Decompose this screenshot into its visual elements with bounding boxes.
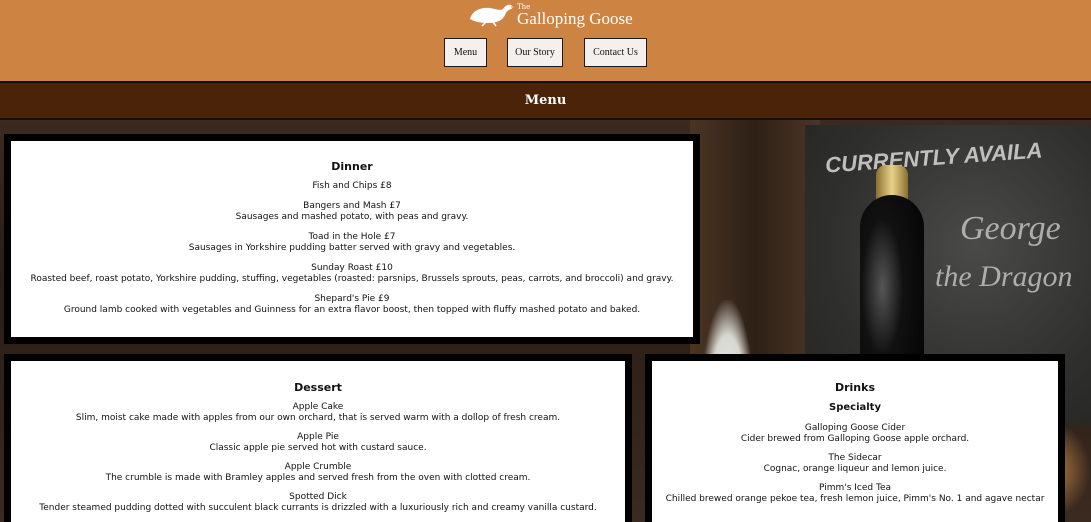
dessert-heading: Dessert (294, 381, 342, 394)
dinner-panel: Dinner Fish and Chips £8 Bangers and Mas… (4, 134, 700, 344)
menu-item-name: Apple Pie (297, 432, 339, 442)
drinks-panel: Drinks Specialty Galloping Goose Cider C… (645, 354, 1065, 522)
chalkboard-text: George (960, 210, 1061, 247)
menu-item-name: Galloping Goose Cider (804, 423, 906, 433)
menu-item-name: Apple Crumble (284, 462, 352, 472)
menu-item-description: Sausages in Yorkshire pudding batter ser… (188, 243, 516, 253)
menu-item: Galloping Goose Cider Cider brewed from … (652, 423, 1058, 445)
nav-our-story-button[interactable]: Our Story (507, 38, 563, 67)
menu-item-name: Spotted Dick (289, 492, 347, 502)
menu-item-name: Pimm's Iced Tea (818, 483, 892, 493)
menu-item-description: Chilled brewed orange pekoe tea, fresh l… (665, 494, 1045, 504)
logo-name: Galloping Goose (517, 9, 633, 28)
menu-item-description: Cognac, orange liqueur and lemon juice. (763, 464, 947, 474)
menu-item-description: The crumble is made with Bramley apples … (105, 473, 531, 483)
menu-item-name: Apple Cake (292, 402, 344, 412)
menu-item: Fish and Chips £8 (11, 181, 693, 192)
menu-item: Shepard's Pie £9 Ground lamb cooked with… (11, 294, 693, 316)
menu-item: The Sidecar Cognac, orange liqueur and l… (652, 453, 1058, 475)
page-title: Menu (524, 93, 567, 108)
dessert-panel: Dessert Apple Cake Slim, moist cake made… (4, 354, 632, 522)
menu-item-description: Roasted beef, roast potato, Yorkshire pu… (30, 274, 674, 284)
nav-menu-button[interactable]: Menu (444, 38, 487, 67)
menu-item-description: Ground lamb cooked with vegetables and G… (63, 305, 641, 315)
dinner-heading: Dinner (331, 160, 373, 173)
menu-item-name: Toad in the Hole £7 (308, 232, 396, 242)
chalkboard-text: the Dragon (935, 260, 1073, 293)
goose-icon (470, 4, 514, 27)
menu-item-name: Bangers and Mash £7 (303, 201, 401, 211)
menu-item: Bangers and Mash £7 Sausages and mashed … (11, 201, 693, 223)
menu-item-description: Classic apple pie served hot with custar… (209, 443, 427, 453)
menu-item: Apple Cake Slim, moist cake made with ap… (11, 402, 625, 424)
menu-item-name: The Sidecar (828, 453, 882, 463)
menu-item-description: Sausages and mashed potato, with peas an… (235, 212, 469, 222)
menu-item-description: Tender steamed pudding dotted with succu… (39, 503, 597, 513)
menu-item: Apple Pie Classic apple pie served hot w… (11, 432, 625, 454)
menu-item-name: Fish and Chips £8 (312, 181, 392, 191)
drinks-subheading: Specialty (829, 402, 881, 413)
menu-item-name: Shepard's Pie £9 (314, 294, 390, 304)
site-header: The Galloping Goose Menu Our Story Conta… (0, 0, 1091, 81)
menu-item: Sunday Roast £10 Roasted beef, roast pot… (11, 263, 693, 285)
menu-item-description: Cider brewed from Galloping Goose apple … (740, 434, 970, 444)
menu-item: Pimm's Iced Tea Chilled brewed orange pe… (652, 483, 1058, 505)
menu-item-name: Sunday Roast £10 (311, 263, 393, 273)
page-title-bar: Menu (0, 81, 1091, 120)
menu-item: Spotted Dick Tender steamed pudding dott… (11, 492, 625, 514)
nav-contact-us-button[interactable]: Contact Us (584, 38, 647, 67)
site-logo[interactable]: The Galloping Goose (466, 0, 636, 30)
menu-item: Toad in the Hole £7 Sausages in Yorkshir… (11, 232, 693, 254)
menu-item: Apple Crumble The crumble is made with B… (11, 462, 625, 484)
menu-item-description: Slim, moist cake made with apples from o… (75, 413, 561, 423)
drinks-heading: Drinks (834, 381, 876, 394)
